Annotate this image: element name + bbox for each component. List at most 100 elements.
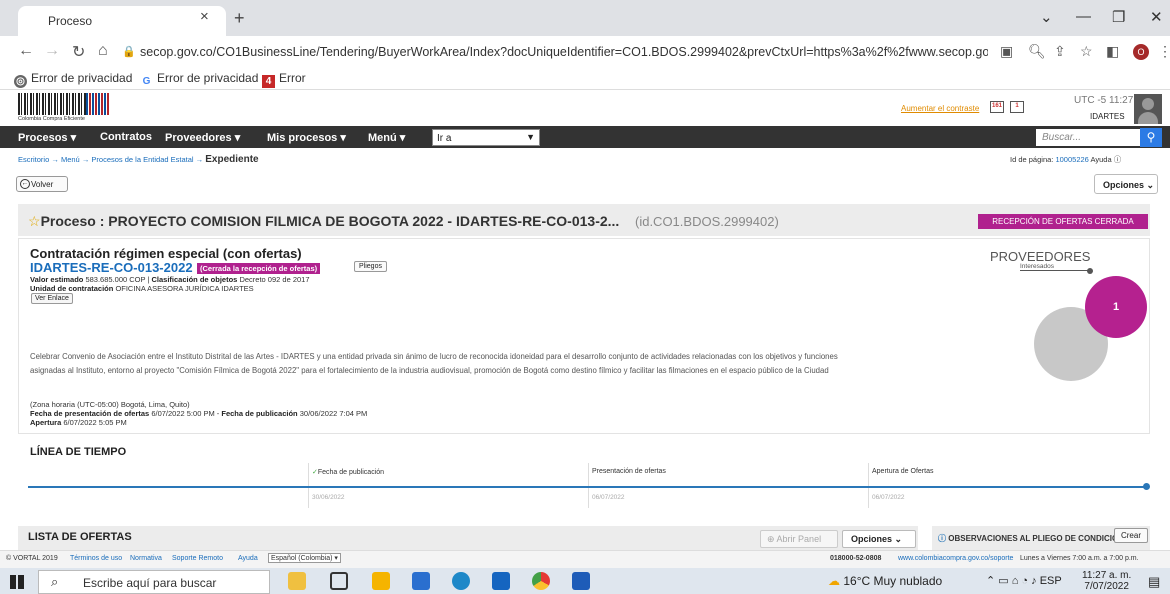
new-tab-icon[interactable]: +: [234, 8, 245, 29]
ver-enlace-button[interactable]: Ver Enlace: [31, 293, 73, 304]
calendar-badge: 1: [1015, 103, 1019, 109]
bookmark-star-icon[interactable]: ☆: [1080, 43, 1093, 60]
ir-a-select[interactable]: Ir a ▼: [432, 129, 540, 146]
tab-title: Proceso: [48, 14, 93, 28]
providers-count-bubble[interactable]: 1: [1085, 276, 1147, 338]
menu-mis-procesos[interactable]: Mis procesos ▾: [267, 131, 346, 144]
page-id-value[interactable]: 10005226: [1055, 155, 1088, 164]
file-explorer-icon[interactable]: [372, 572, 390, 590]
input-language[interactable]: ESP: [1040, 575, 1062, 587]
footer-link[interactable]: Ayuda: [238, 555, 258, 562]
bookmark-label: Error de privacidad: [31, 71, 133, 85]
unidad-line: Unidad de contratación OFICINA ASESORA J…: [30, 284, 254, 293]
reference-status-badge: (Cerrada la recepción de ofertas): [197, 263, 321, 274]
store-icon[interactable]: [412, 572, 430, 590]
windows-start-icon[interactable]: [10, 575, 24, 589]
chevron-down-icon[interactable]: ⌄: [1040, 8, 1053, 26]
pliegos-button[interactable]: Pliegos: [354, 261, 387, 272]
zoom-icon[interactable]: 🔍︎: [1028, 43, 1046, 60]
system-tray[interactable]: ⌃ ▭ ⌂ ◔ ♪ ESP: [986, 574, 1062, 587]
mail-app-icon[interactable]: [492, 572, 510, 590]
task-view-icon[interactable]: [330, 572, 348, 590]
page-title: Expediente: [205, 154, 259, 165]
notifications-icon[interactable]: ▤: [1148, 574, 1160, 590]
translate-icon[interactable]: ▣: [1000, 43, 1013, 60]
home-icon[interactable]: ⌂: [98, 42, 108, 60]
avatar[interactable]: [1134, 94, 1162, 124]
volver-button[interactable]: ← Volver: [16, 176, 68, 192]
menu-menu[interactable]: Menú ▾: [368, 131, 405, 144]
footer-link[interactable]: Normativa: [130, 555, 162, 562]
forward-icon[interactable]: →: [44, 42, 60, 60]
menu-contratos[interactable]: Contratos: [100, 131, 152, 143]
process-description: Celebrar Convenio de Asociación entre el…: [30, 352, 838, 375]
back-arrow-icon: ←: [20, 179, 30, 189]
support-hours: Lunes a Viernes 7:00 a.m. a 7:00 p.m.: [1020, 555, 1139, 562]
abrir-panel-button[interactable]: ⊕ Abrir Panel: [760, 530, 838, 548]
support-phone: 018000-52-0808: [830, 555, 882, 562]
browser-tab[interactable]: Proceso: [18, 6, 226, 36]
contrast-link[interactable]: Aumentar el contraste: [901, 104, 979, 113]
timeline-date: 06/07/2022: [592, 494, 625, 501]
favorite-star-icon[interactable]: ☆: [28, 213, 41, 229]
crear-button[interactable]: Crear: [1114, 528, 1148, 543]
restore-icon[interactable]: ❐: [1112, 8, 1125, 26]
bookmark-item[interactable]: 4 Error: [262, 71, 306, 88]
back-icon[interactable]: ←: [18, 42, 34, 60]
bookmark-item[interactable]: G Error de privacidad: [140, 71, 259, 88]
lock-icon: 🔒: [122, 46, 136, 58]
chrome-icon[interactable]: [532, 572, 550, 590]
breadcrumb: Escritorio → Menú → Procesos de la Entid…: [18, 154, 259, 165]
opciones-button[interactable]: Opciones ⌄: [1094, 174, 1158, 194]
tab-close-icon[interactable]: ×: [200, 8, 209, 25]
language-select[interactable]: Español (Colombia) ▾: [268, 553, 341, 563]
timeline-label: Apertura de Ofertas: [872, 468, 934, 475]
edge-icon[interactable]: [452, 572, 470, 590]
reload-icon[interactable]: ↻: [72, 42, 85, 62]
word-icon[interactable]: [572, 572, 590, 590]
providers-legend-line: [1020, 270, 1090, 271]
close-window-icon[interactable]: ✕: [1150, 8, 1163, 26]
globe-icon: ◎: [14, 75, 27, 88]
search-icon: ⌕: [51, 574, 59, 589]
weather-widget[interactable]: ☁ 16°C Muy nublado: [828, 574, 942, 588]
widget-icon[interactable]: [288, 572, 306, 590]
dates-line: Fecha de presentación de ofertas 6/07/20…: [30, 409, 368, 418]
address-bar[interactable]: 🔒 secop.gov.co/CO1BusinessLine/Tendering/…: [118, 40, 988, 64]
ir-a-value: Ir a: [437, 133, 452, 144]
providers-subtitle: Interesados: [1020, 263, 1054, 270]
taskbar-clock[interactable]: 11:27 a. m. 7/07/2022: [1082, 570, 1131, 592]
process-id: (id.CO1.BDOS.2999402): [635, 214, 779, 229]
help-link[interactable]: Ayuda: [1091, 155, 1112, 164]
breadcrumb-item[interactable]: Escritorio: [18, 155, 49, 164]
share-icon[interactable]: ⇪: [1054, 43, 1066, 60]
footer-link[interactable]: Soporte Remoto: [172, 555, 223, 562]
browser-menu-icon[interactable]: ⋮: [1158, 43, 1170, 60]
username[interactable]: IDARTES: [1090, 112, 1125, 121]
bookmarks-bar: ◎ Error de privacidad G Error de privacida…: [0, 66, 1170, 90]
search-icon[interactable]: ⚲: [1140, 128, 1162, 147]
mail-badge: 161: [991, 103, 1002, 109]
timeline-label: ✓Fecha de publicación: [312, 469, 385, 476]
mail-icon[interactable]: 161: [990, 101, 1004, 113]
menu-procesos[interactable]: Procesos ▾: [18, 131, 76, 144]
process-reference[interactable]: IDARTES-RE-CO-013-2022: [30, 260, 193, 275]
cloud-icon: ☁: [828, 574, 840, 588]
process-title: ☆Proceso : PROYECTO COMISION FILMICA DE …: [28, 213, 620, 229]
menu-proveedores[interactable]: Proveedores ▾: [165, 131, 240, 144]
timeline-date: 06/07/2022: [872, 494, 905, 501]
minimize-icon[interactable]: —: [1076, 8, 1091, 25]
offers-opciones-button[interactable]: Opciones ⌄: [842, 530, 916, 548]
breadcrumb-item[interactable]: Menú: [61, 155, 80, 164]
search-input[interactable]: Buscar...: [1036, 129, 1140, 146]
bookmark-item[interactable]: ◎ Error de privacidad: [14, 71, 132, 88]
timeline-bar: [28, 486, 1148, 488]
breadcrumb-item[interactable]: Procesos de la Entidad Estatal: [91, 155, 193, 164]
profile-avatar[interactable]: O: [1133, 44, 1149, 60]
help-icon[interactable]: ⓘ: [1114, 155, 1122, 164]
side-panel-icon[interactable]: ◧: [1106, 43, 1119, 60]
taskbar-search[interactable]: ⌕ Escribe aquí para buscar: [38, 570, 270, 594]
calendar-icon[interactable]: 1: [1010, 101, 1024, 113]
support-link[interactable]: www.colombiacompra.gov.co/soporte: [898, 555, 1013, 562]
footer-link[interactable]: Términos de uso: [70, 555, 122, 562]
